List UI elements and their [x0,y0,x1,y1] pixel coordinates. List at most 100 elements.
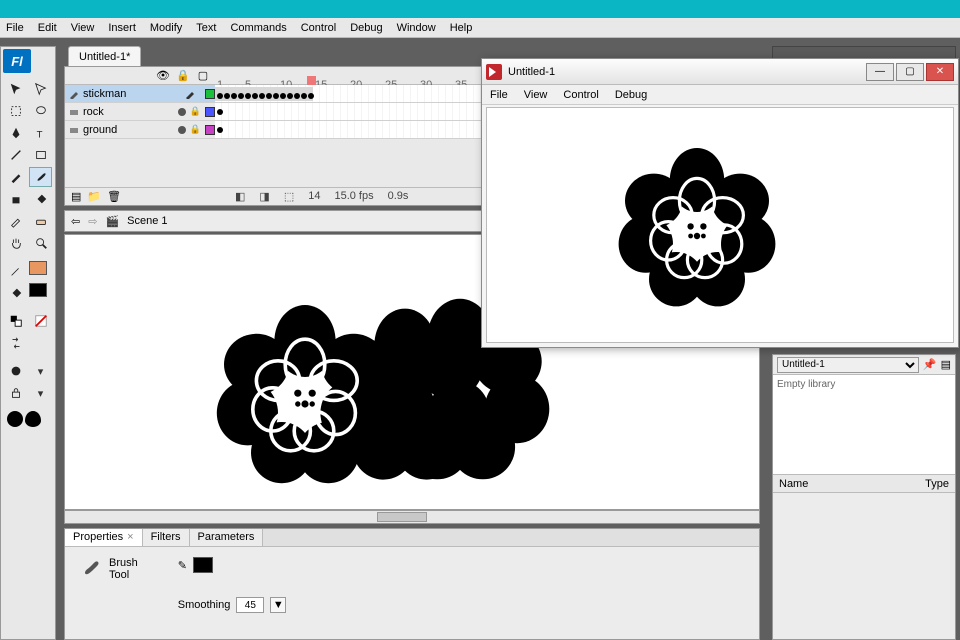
lasso-tool-icon[interactable] [29,101,52,121]
player-menu-file[interactable]: File [490,89,508,101]
layer-name: rock [83,106,104,118]
onion-skin-outlines-icon[interactable]: ◨ [259,190,269,203]
brush-preview-round-icon[interactable] [7,411,23,427]
player-artwork [617,148,777,308]
pin-library-icon[interactable]: 📌 [923,358,937,371]
tool-name-label: Brush [109,557,138,569]
zoom-tool-icon[interactable] [29,233,52,253]
player-menu-control[interactable]: Control [563,89,598,101]
player-menu-view[interactable]: View [524,89,548,101]
layer-color-swatch [205,89,215,99]
brush-lock-icon[interactable] [4,383,27,403]
layer-edit-icon [69,89,79,99]
library-panel: Untitled-1 📌 ▤ Empty library Name Type [772,354,956,640]
tools-panel: Fl T [0,46,56,640]
edit-multiple-frames-icon[interactable]: ⬚ [284,190,294,203]
text-tool-icon[interactable]: T [29,123,52,143]
fill-style-icon[interactable]: ✎ [178,559,187,572]
onion-skin-icon[interactable]: ◧ [235,190,245,203]
fill-color-icon[interactable] [4,283,27,303]
no-color-icon[interactable] [29,311,52,331]
player-titlebar[interactable]: Untitled-1 — ▢ ✕ [482,59,958,85]
player-menu-debug[interactable]: Debug [615,89,647,101]
new-library-icon[interactable]: ▤ [941,358,951,371]
tab-properties[interactable]: Properties× [65,529,143,546]
scene-back-icon[interactable]: ⇦ [71,215,80,228]
stage-scrollbar-horizontal[interactable] [64,510,760,524]
menu-view[interactable]: View [71,22,95,34]
menu-edit[interactable]: Edit [38,22,57,34]
hand-tool-icon[interactable] [4,233,27,253]
menu-file[interactable]: File [6,22,24,34]
outline-column-icon[interactable]: ▢ [197,70,209,82]
lock-icon[interactable]: 🔒 [190,124,201,135]
brush-preview-oval-icon[interactable] [25,411,41,427]
library-document-select[interactable]: Untitled-1 [777,357,919,373]
stroke-color-swatch[interactable] [29,261,47,275]
free-transform-tool-icon[interactable] [4,101,27,121]
library-col-name[interactable]: Name [779,478,808,490]
selection-tool-icon[interactable] [4,79,27,99]
swf-player-window[interactable]: Untitled-1 — ▢ ✕ File View Control Debug [481,58,959,348]
ink-bottle-tool-icon[interactable] [4,189,27,209]
menu-debug[interactable]: Debug [350,22,382,34]
menu-control[interactable]: Control [301,22,336,34]
tab-parameters[interactable]: Parameters [190,529,264,546]
new-layer-icon[interactable]: ▤ [71,190,81,203]
smoothing-dropdown-icon[interactable]: ▼ [270,597,286,613]
scrollbar-thumb[interactable] [377,512,427,522]
pen-tool-icon[interactable] [4,123,27,143]
brush-mode-icon[interactable] [4,361,27,381]
menu-help[interactable]: Help [450,22,473,34]
rectangle-tool-icon[interactable] [29,145,52,165]
eyedropper-tool-icon[interactable] [4,211,27,231]
visibility-dot-icon[interactable] [178,126,186,134]
tab-filters[interactable]: Filters [143,529,190,546]
visibility-column-icon[interactable]: 👁 [157,70,169,82]
delete-layer-icon[interactable]: 🗑 [107,190,121,203]
menu-modify[interactable]: Modify [150,22,182,34]
line-tool-icon[interactable] [4,145,27,165]
library-col-type[interactable]: Type [925,478,949,490]
paint-bucket-tool-icon[interactable] [29,189,52,209]
eraser-tool-icon[interactable] [29,211,52,231]
minimize-button[interactable]: — [866,63,894,81]
current-frame-label: 14 [308,190,320,203]
brush-size-icon[interactable]: ▾ [29,361,52,381]
menu-text[interactable]: Text [196,22,216,34]
subselection-tool-icon[interactable] [29,79,52,99]
scene-forward-icon[interactable]: ⇨ [88,215,97,228]
smoothing-label: Smoothing [178,599,231,611]
new-folder-icon[interactable]: 📁 [87,190,101,203]
fill-color-swatch[interactable] [29,283,47,297]
brush-tool-icon[interactable] [29,167,52,187]
elapsed-label: 0.9s [388,190,409,203]
maximize-button[interactable]: ▢ [896,63,924,81]
lock-icon[interactable]: 🔒 [190,106,201,117]
main-menubar: File Edit View Insert Modify Text Comman… [0,18,960,38]
close-button[interactable]: ✕ [926,63,954,81]
flash-player-icon [486,64,502,80]
menu-commands[interactable]: Commands [230,22,286,34]
document-tab-label: Untitled-1* [79,51,130,63]
swap-colors-icon[interactable] [4,333,27,353]
lock-column-icon[interactable]: 🔒 [177,70,189,82]
pencil-tool-icon[interactable] [4,167,27,187]
stroke-color-icon[interactable] [4,261,27,281]
stage-artwork[interactable] [215,305,395,485]
fps-label: 15.0 fps [334,190,373,203]
player-stage [486,107,954,343]
brush-shape-icon[interactable]: ▾ [29,383,52,403]
menu-insert[interactable]: Insert [108,22,136,34]
menu-window[interactable]: Window [397,22,436,34]
default-colors-icon[interactable] [4,311,27,331]
scene-icon: 🎬 [105,215,119,228]
layer-icon [69,125,79,135]
layer-color-swatch [205,125,215,135]
close-icon[interactable]: × [127,531,133,543]
smoothing-input[interactable] [236,597,264,613]
app-logo-icon: Fl [3,49,31,73]
fill-color-swatch[interactable] [193,557,213,573]
visibility-dot-icon[interactable] [178,108,186,116]
document-tab[interactable]: Untitled-1* [68,46,141,66]
